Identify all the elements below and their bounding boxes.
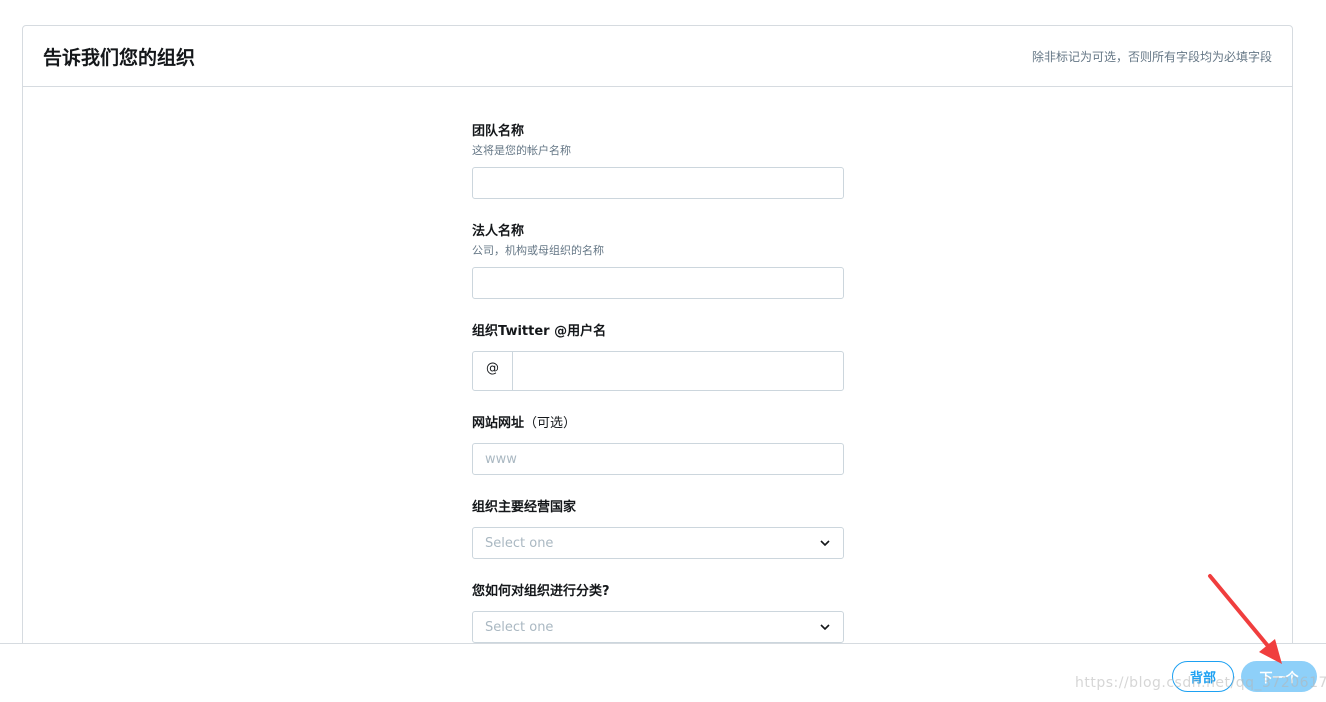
footer-bar: 背部 下一个 xyxy=(0,643,1326,702)
form-card: 告诉我们您的组织 除非标记为可选，否则所有字段均为必填字段 团队名称 这将是您的… xyxy=(22,25,1293,665)
watermark: https://blog.csdn.net/qq_37206171 xyxy=(1075,675,1326,691)
team-name-input[interactable] xyxy=(472,167,844,199)
legal-name-label: 法人名称 xyxy=(472,224,525,239)
twitter-handle-input[interactable] xyxy=(513,352,843,390)
card-header: 告诉我们您的组织 除非标记为可选，否则所有字段均为必填字段 xyxy=(23,26,1292,87)
country-label: 组织主要经营国家 xyxy=(472,500,577,515)
category-label: 您如何对组织进行分类? xyxy=(472,584,610,599)
website-label-group: 网站网址（可选） xyxy=(472,416,576,432)
at-prefix: @ xyxy=(473,352,513,390)
chevron-down-icon xyxy=(819,621,831,633)
website-input[interactable]: www xyxy=(472,443,844,475)
country-select[interactable]: Select one xyxy=(472,527,844,559)
team-name-group: 团队名称 这将是您的帐户名称 xyxy=(472,124,571,159)
page-title: 告诉我们您的组织 xyxy=(43,46,196,69)
optional-tag: （可选） xyxy=(524,416,577,431)
team-name-help: 这将是您的帐户名称 xyxy=(472,144,571,157)
twitter-handle-field: @ xyxy=(472,351,844,391)
legal-name-help: 公司，机构或母组织的名称 xyxy=(472,244,604,257)
legal-name-input[interactable] xyxy=(472,267,844,299)
chevron-down-icon xyxy=(819,537,831,549)
category-selected-value: Select one xyxy=(485,619,554,635)
required-fields-note: 除非标记为可选，否则所有字段均为必填字段 xyxy=(1031,49,1272,64)
country-selected-value: Select one xyxy=(485,535,554,551)
legal-name-group: 法人名称 公司，机构或母组织的名称 xyxy=(472,224,604,259)
category-select[interactable]: Select one xyxy=(472,611,844,643)
twitter-label: 组织Twitter @用户名 xyxy=(472,324,607,339)
website-label: 网站网址 xyxy=(472,416,525,431)
team-name-label: 团队名称 xyxy=(472,124,525,139)
